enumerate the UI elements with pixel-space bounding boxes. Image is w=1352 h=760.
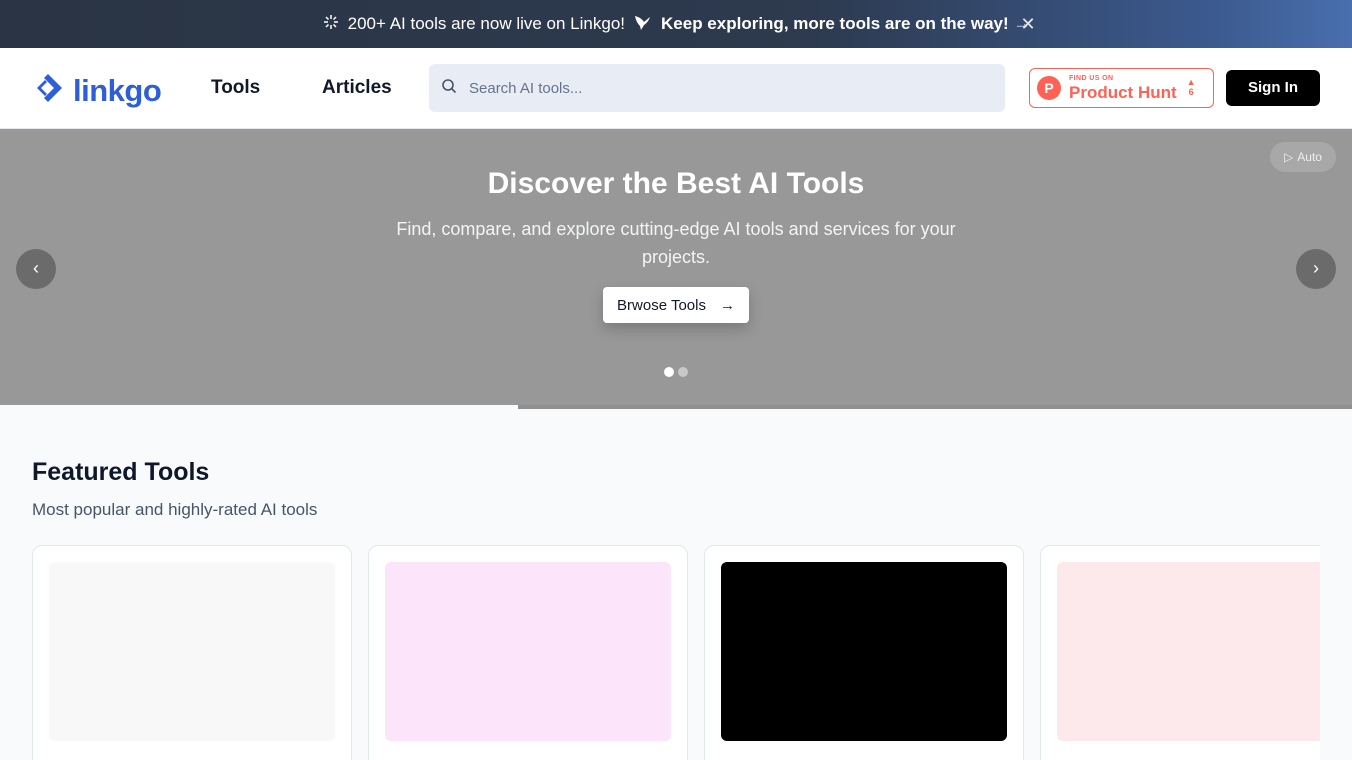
featured-title: Featured Tools <box>32 458 210 486</box>
logo[interactable]: linkgo <box>34 70 162 111</box>
announcement-bar: 200+ AI tools are now live on Linkgo! Ke… <box>0 0 1352 48</box>
carousel-next-button[interactable]: › <box>1296 249 1336 289</box>
bird-icon <box>633 13 653 36</box>
tool-card-thumbnail <box>721 562 1007 741</box>
tool-card-thumbnail <box>49 562 335 741</box>
tool-card[interactable] <box>32 545 352 760</box>
browse-tools-button[interactable]: Brwose Tools → <box>603 287 749 323</box>
sign-in-button[interactable]: Sign In <box>1226 70 1320 106</box>
carousel-dots <box>664 367 688 377</box>
carousel-progress-fill <box>0 405 518 409</box>
product-hunt-logo-icon: P <box>1037 76 1061 100</box>
sparkle-icon <box>322 13 340 36</box>
featured-cards <box>32 545 1320 760</box>
search-icon <box>441 78 457 99</box>
hero-subtitle: Find, compare, and explore cutting-edge … <box>396 219 956 267</box>
nav-articles[interactable]: Articles <box>322 77 392 99</box>
carousel-dot[interactable] <box>664 367 674 377</box>
search-bar[interactable] <box>429 64 1005 112</box>
logo-text: linkgo <box>73 72 162 108</box>
autoplay-toggle[interactable]: ▷ Auto <box>1270 142 1336 172</box>
announcement-message[interactable]: 200+ AI tools are now live on Linkgo! Ke… <box>322 13 1030 36</box>
product-hunt-small-text: FIND US ON <box>1069 75 1114 82</box>
logo-arrow-icon <box>34 70 70 111</box>
announcement-text: 200+ AI tools are now live on Linkgo! <box>347 14 626 33</box>
tool-card[interactable] <box>368 545 688 760</box>
site-header: linkgo Tools Articles P FIND US ON Produ… <box>0 48 1352 129</box>
carousel-progress <box>0 405 1352 409</box>
tool-card-thumbnail <box>1057 562 1320 741</box>
arrow-right-icon: → <box>719 296 735 314</box>
tool-card[interactable] <box>1040 545 1320 760</box>
carousel-dot[interactable] <box>678 367 688 377</box>
nav-tools[interactable]: Tools <box>211 77 260 99</box>
hero-carousel: Discover the Best AI Tools Find, compare… <box>0 129 1352 405</box>
search-input[interactable] <box>469 79 969 97</box>
play-icon: ▷ <box>1284 150 1294 164</box>
browse-tools-label: Brwose Tools <box>617 296 706 314</box>
carousel-prev-button[interactable]: ‹ <box>16 249 56 289</box>
product-hunt-badge[interactable]: P FIND US ON Product Hunt ▲ 6 <box>1029 68 1214 108</box>
tool-card[interactable] <box>704 545 1024 760</box>
product-hunt-name: Product Hunt <box>1069 83 1177 102</box>
announcement-link[interactable]: Keep exploring, more tools are on the wa… <box>661 14 1030 34</box>
tool-card-thumbnail <box>385 562 671 741</box>
featured-subtitle: Most popular and highly-rated AI tools <box>32 500 318 519</box>
close-icon[interactable]: ✕ <box>1018 13 1038 35</box>
product-hunt-votes: 6 <box>1188 87 1194 97</box>
autoplay-label: Auto <box>1297 150 1322 164</box>
hero-title: Discover the Best AI Tools <box>487 167 865 200</box>
